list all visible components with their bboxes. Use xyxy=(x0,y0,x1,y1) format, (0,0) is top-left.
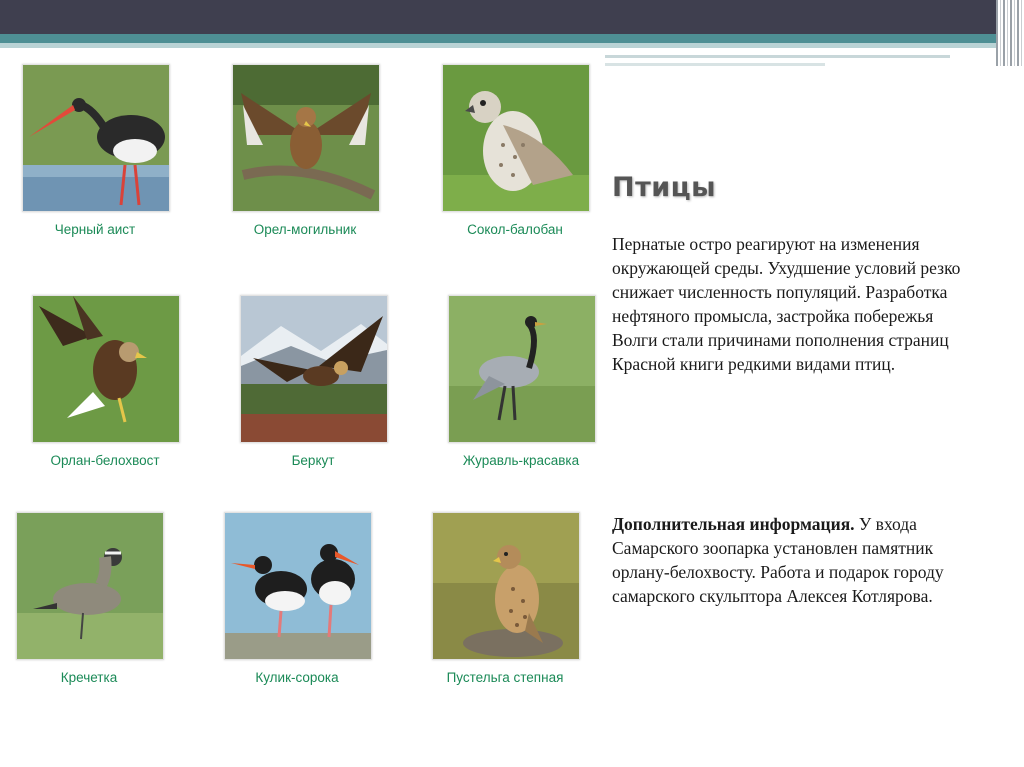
photo-golden-eagle xyxy=(240,295,388,443)
caption: Черный аист xyxy=(54,222,136,237)
black-stork-icon xyxy=(23,65,169,211)
caption: Сокол-балобан xyxy=(467,222,563,237)
saker-falcon-icon xyxy=(443,65,589,211)
oystercatcher-icon xyxy=(225,513,371,659)
additional-info-paragraph: Дополнительная информация. У входа Самар… xyxy=(612,512,972,608)
sociable-lapwing-icon xyxy=(17,513,163,659)
caption: Журавль-красавка xyxy=(462,453,580,468)
photo-saker-falcon xyxy=(442,64,590,212)
photo-white-tailed-eagle xyxy=(32,295,180,443)
white-tailed-eagle-icon xyxy=(33,296,179,442)
slide-title: Птицы xyxy=(612,172,717,203)
photo-demoiselle-crane xyxy=(448,295,596,443)
caption: Кречетка xyxy=(60,670,118,685)
caption: Орлан-белохвост xyxy=(50,453,160,468)
caption: Беркут xyxy=(291,453,335,468)
golden-eagle-icon xyxy=(241,296,387,442)
caption: Пустельга степная xyxy=(446,670,564,685)
accent-line xyxy=(605,55,950,58)
header-light-band xyxy=(0,43,1000,48)
demoiselle-crane-icon xyxy=(449,296,595,442)
caption: Кулик-сорока xyxy=(255,670,339,685)
body-paragraph: Пернатые остро реагируют на изменения ок… xyxy=(612,234,961,374)
corner-stripes xyxy=(996,0,1024,66)
photo-imperial-eagle xyxy=(232,64,380,212)
lesser-kestrel-icon xyxy=(433,513,579,659)
header-teal-band xyxy=(0,34,1000,43)
header-bar xyxy=(0,0,1024,34)
additional-info-lead: Дополнительная информация. xyxy=(612,514,855,534)
photo-lesser-kestrel xyxy=(432,512,580,660)
caption: Орел-могильник xyxy=(253,222,357,237)
photo-sociable-lapwing xyxy=(16,512,164,660)
imperial-eagle-icon xyxy=(233,65,379,211)
photo-black-stork xyxy=(22,64,170,212)
accent-line xyxy=(605,63,825,66)
photo-oystercatcher xyxy=(224,512,372,660)
